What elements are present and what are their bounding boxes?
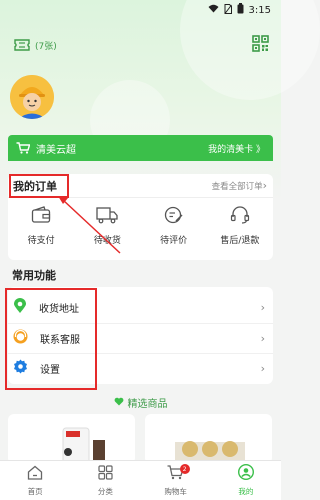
wifi-icon <box>208 4 219 16</box>
order-label: 售后/退款 <box>220 236 260 246</box>
orders-header: 我的订单 查看全部订单 › <box>8 174 273 198</box>
nav-profile[interactable]: 我的 <box>211 461 281 500</box>
order-label: 待收货 <box>93 236 121 246</box>
chevron-right-icon: › <box>260 331 265 345</box>
order-label: 待评价 <box>160 236 188 246</box>
member-card-title: 清美云超 <box>36 144 76 156</box>
settings-item[interactable]: 设置 › <box>8 353 273 382</box>
review-icon <box>164 206 184 228</box>
battery-icon <box>237 3 244 17</box>
nav-label: 首页 <box>27 486 43 496</box>
location-pin-icon <box>13 297 27 318</box>
orders-title: 我的订单 <box>13 179 57 193</box>
func-label: 收货地址 <box>39 304 79 315</box>
order-label: 待支付 <box>27 236 55 246</box>
orders-card: 我的订单 查看全部订单 › 待支付 待收货 待评价 售后/退款 <box>8 174 273 260</box>
chevron-right-icon: › <box>260 301 265 314</box>
order-pending-payment[interactable]: 待支付 <box>8 206 74 246</box>
coupon-count: (7张) <box>35 42 57 52</box>
nav-label: 分类 <box>97 486 113 496</box>
home-icon <box>27 465 43 484</box>
customer-service-item[interactable]: 联系客服 › <box>8 323 273 352</box>
func-label: 联系客服 <box>40 334 80 346</box>
nav-label: 购物车 <box>164 486 187 496</box>
avatar[interactable] <box>10 75 54 119</box>
featured-products-header: 精选商品 <box>0 395 281 410</box>
member-card[interactable]: 清美云超 我的清美卡 》 <box>8 135 273 161</box>
order-pending-delivery[interactable]: 待收货 <box>74 206 140 246</box>
product-card[interactable] <box>8 414 135 464</box>
func-label: 设置 <box>40 364 60 376</box>
nav-cart[interactable]: 2 购物车 <box>141 461 211 500</box>
view-all-orders-link[interactable]: 查看全部订单 › <box>212 179 267 192</box>
shipping-address-item[interactable]: 收货地址 › <box>8 293 273 322</box>
my-card-link[interactable]: 我的清美卡 》 <box>208 142 265 155</box>
no-sim-icon <box>224 3 232 17</box>
common-functions-title: 常用功能 <box>12 269 56 282</box>
coupon-icon <box>14 36 30 55</box>
chevron-right-icon: › <box>262 179 267 192</box>
status-bar: 3:15 <box>0 0 281 20</box>
featured-label: 精选商品 <box>127 399 168 410</box>
customer-service-icon <box>13 329 28 348</box>
headset-icon <box>230 206 250 228</box>
heart-icon <box>114 397 124 409</box>
order-pending-review[interactable]: 待评价 <box>141 206 207 246</box>
order-status-row: 待支付 待收货 待评价 售后/退款 <box>8 206 273 246</box>
status-time: 3:15 <box>248 4 271 16</box>
common-functions-card: 收货地址 › 联系客服 › 设置 › <box>8 287 273 384</box>
nav-home[interactable]: 首页 <box>0 461 70 500</box>
gear-icon <box>13 359 28 378</box>
product-image <box>175 441 245 464</box>
bottom-nav: 首页 分类 2 购物车 我的 <box>0 460 281 500</box>
cart-badge: 2 <box>179 464 190 474</box>
nav-category[interactable]: 分类 <box>70 461 140 500</box>
profile-icon <box>237 463 254 484</box>
product-image <box>62 427 105 464</box>
nav-label: 我的 <box>238 487 254 496</box>
category-icon <box>98 464 113 484</box>
order-after-sales[interactable]: 售后/退款 <box>207 206 273 246</box>
qr-code-icon[interactable] <box>252 35 269 56</box>
wallet-icon <box>31 206 51 228</box>
truck-icon <box>96 206 119 228</box>
view-all-orders-label: 查看全部订单 <box>211 181 263 192</box>
product-card[interactable] <box>145 414 272 464</box>
coupon-entry[interactable]: (7张) <box>14 36 57 55</box>
cart-logo-icon <box>16 139 31 158</box>
chevron-right-icon: › <box>260 361 265 375</box>
